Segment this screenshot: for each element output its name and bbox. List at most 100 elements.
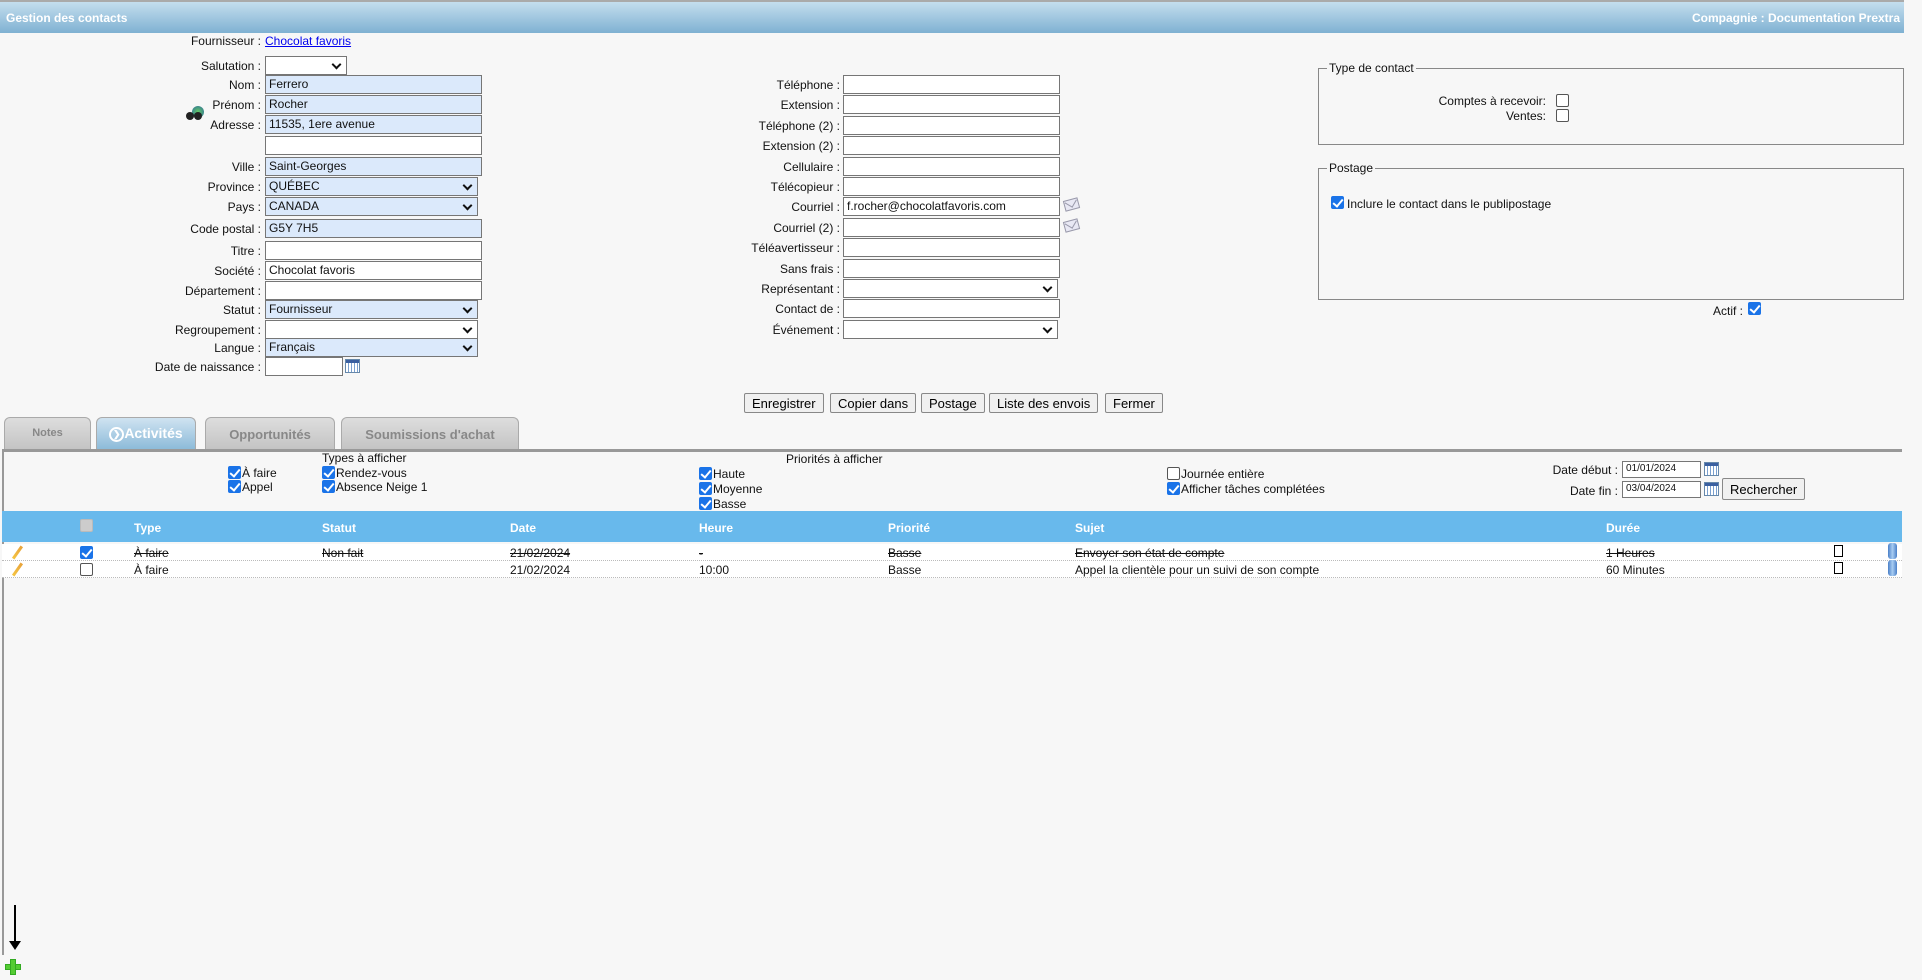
regroupement-label: Regroupement :	[174, 323, 261, 337]
all-day-checkbox[interactable]	[1167, 467, 1180, 480]
priority-haute-checkbox[interactable]	[699, 467, 712, 480]
trash-icon[interactable]	[1888, 543, 1897, 559]
societe-input[interactable]: Chocolat favoris	[265, 261, 482, 280]
departement-input[interactable]	[265, 281, 482, 300]
courriel-2-input[interactable]	[843, 217, 1060, 237]
select-all-checkbox[interactable]	[80, 519, 93, 532]
email-icon[interactable]	[1062, 218, 1081, 233]
tab-activities[interactable]: ❯ Activités	[96, 417, 196, 449]
blank-input[interactable]	[265, 136, 482, 155]
type-rendez-vous-checkbox[interactable]	[322, 466, 335, 479]
nom-label: Nom :	[228, 78, 261, 92]
cell-date: 21/02/2024	[510, 563, 571, 577]
add-icon[interactable]	[5, 959, 21, 975]
include-mailing-checkbox[interactable]	[1331, 196, 1344, 209]
contact-type-legend: Type de contact	[1329, 61, 1414, 75]
col-time[interactable]: Heure	[699, 521, 733, 535]
type-a-faire-label: À faire	[242, 466, 277, 480]
col-type[interactable]: Type	[134, 521, 161, 535]
close-button[interactable]: Fermer	[1105, 393, 1163, 413]
cell-date: 21/02/2024	[510, 546, 571, 560]
adresse-input[interactable]: 11535, 1ere avenue	[265, 115, 482, 134]
sans-frais-input[interactable]	[843, 258, 1060, 278]
save-button[interactable]: Enregistrer	[744, 393, 824, 413]
mailing-button[interactable]: Postage	[921, 393, 985, 413]
tab-purchase-quotes[interactable]: Soumissions d'achat	[341, 417, 519, 449]
cell-duration: 60 Minutes	[1606, 563, 1665, 577]
tab-notes[interactable]: Notes	[4, 417, 91, 449]
col-duration[interactable]: Durée	[1606, 521, 1640, 535]
date-de-naissance-input[interactable]	[265, 357, 343, 376]
representant-select[interactable]	[843, 279, 1058, 298]
col-status[interactable]: Statut	[322, 521, 356, 535]
statut-select[interactable]: Fournisseur	[265, 300, 478, 319]
mailing-list-button[interactable]: Liste des envois	[989, 393, 1099, 413]
row-done-checkbox[interactable]	[80, 546, 93, 559]
representant-label: Représentant :	[761, 282, 840, 296]
types-title: Types à afficher	[322, 451, 407, 465]
col-date[interactable]: Date	[510, 521, 536, 535]
sans-frais-label: Sans frais :	[779, 261, 840, 276]
salutation-select[interactable]	[265, 56, 347, 75]
extension-input[interactable]	[843, 95, 1060, 115]
cell-status: Non fait	[322, 546, 364, 560]
priority-basse-checkbox[interactable]	[699, 497, 712, 510]
langue-select[interactable]: Français	[265, 338, 478, 357]
edit-pencil-icon[interactable]	[11, 562, 24, 577]
mailing-legend: Postage	[1329, 161, 1374, 175]
end-date-input[interactable]: 03/04/2024	[1622, 481, 1701, 498]
cell-time: -	[699, 546, 703, 560]
prenom-input[interactable]: Rocher	[265, 95, 482, 114]
province-select[interactable]: QUÉBEC	[265, 177, 478, 196]
type-appel-checkbox[interactable]	[228, 480, 241, 493]
prenom-label: Prénom :	[212, 98, 261, 112]
col-priority[interactable]: Priorité	[888, 521, 930, 535]
include-mailing-label: Inclure le contact dans le publipostage	[1347, 197, 1552, 211]
col-subject[interactable]: Sujet	[1075, 521, 1104, 535]
calendar-icon[interactable]	[1704, 462, 1719, 476]
telephone-2-input[interactable]	[843, 115, 1060, 135]
contact-de-input[interactable]	[843, 299, 1060, 319]
row-done-checkbox[interactable]	[80, 563, 93, 576]
evenement-select[interactable]	[843, 319, 1058, 339]
pays-label: Pays :	[227, 200, 261, 214]
regroupement-select[interactable]	[265, 320, 478, 339]
teleavertisseur-input[interactable]	[843, 238, 1060, 258]
email-icon[interactable]	[1062, 197, 1081, 213]
table-row[interactable]: À faire 21/02/2024 10:00 Basse Appel la clie…	[2, 560, 1902, 578]
receivable-label: Comptes à recevoir:	[1438, 94, 1546, 108]
sales-checkbox[interactable]	[1556, 109, 1569, 122]
tab-opportunities[interactable]: Opportunités	[205, 417, 335, 449]
telephone-input[interactable]	[843, 75, 1060, 94]
title-bar: Gestion des contacts Compagnie : Documen…	[0, 0, 1904, 33]
type-absence-checkbox[interactable]	[322, 480, 335, 493]
courriel-input[interactable]: f.rocher@chocolatfavoris.com	[843, 197, 1060, 217]
trash-icon[interactable]	[1888, 560, 1897, 576]
active-checkbox[interactable]	[1748, 302, 1761, 315]
priority-moyenne-checkbox[interactable]	[699, 482, 712, 495]
receivable-checkbox[interactable]	[1556, 94, 1569, 107]
titre-input[interactable]	[265, 241, 482, 260]
show-completed-checkbox[interactable]	[1167, 482, 1180, 495]
edit-pencil-icon[interactable]	[11, 545, 24, 560]
document-icon[interactable]	[1834, 545, 1843, 557]
type-a-faire-checkbox[interactable]	[228, 466, 241, 479]
telecopieur-input[interactable]	[843, 177, 1060, 196]
document-icon[interactable]	[1834, 562, 1843, 574]
calendar-icon[interactable]	[1704, 482, 1719, 496]
copy-to-button[interactable]: Copier dans	[830, 393, 917, 413]
table-row[interactable]: À faire Non fait 21/02/2024 - Basse Envoyer s…	[2, 543, 1902, 561]
extension-2-input[interactable]	[843, 136, 1060, 156]
contact-de-label: Contact de :	[775, 302, 840, 317]
arrow-down-icon	[14, 905, 16, 943]
cell-type: À faire	[134, 563, 169, 577]
cellulaire-input[interactable]	[843, 156, 1060, 176]
nom-input[interactable]: Ferrero	[265, 75, 482, 94]
supplier-link[interactable]: Chocolat favoris	[265, 34, 351, 48]
code-postal-input[interactable]: G5Y 7H5	[265, 219, 482, 238]
calendar-icon[interactable]	[345, 359, 360, 373]
ville-input[interactable]: Saint-Georges	[265, 157, 482, 176]
search-button[interactable]: Rechercher	[1722, 478, 1806, 500]
pays-select[interactable]: CANADA	[265, 197, 478, 216]
start-date-input[interactable]: 01/01/2024	[1622, 461, 1701, 478]
